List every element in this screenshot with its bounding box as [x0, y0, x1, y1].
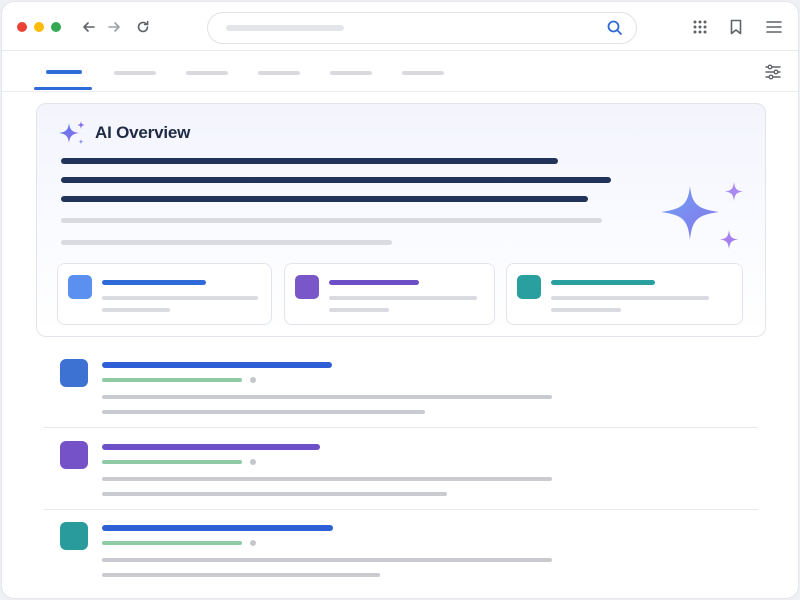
forward-arrow-icon[interactable] — [103, 16, 125, 38]
address-placeholder — [226, 25, 344, 31]
source-title — [102, 280, 206, 285]
back-arrow-icon[interactable] — [78, 16, 100, 38]
source-favicon — [517, 275, 541, 299]
result-favicon — [60, 441, 88, 469]
source-snippet — [102, 296, 258, 300]
ai-source-card[interactable] — [284, 263, 495, 325]
minimize-window-button[interactable] — [34, 22, 44, 32]
result-title-link[interactable] — [102, 444, 320, 450]
result-snippet — [102, 558, 552, 562]
browser-toolbar — [2, 2, 798, 51]
filter-settings-icon[interactable] — [764, 63, 782, 81]
decorative-sparkle-icon — [657, 180, 757, 260]
ai-source-card[interactable] — [57, 263, 272, 325]
apps-grid-icon[interactable] — [690, 17, 710, 37]
ai-summary-subline — [61, 218, 602, 223]
result-snippet — [102, 492, 447, 496]
source-favicon — [295, 275, 319, 299]
source-title — [551, 280, 655, 285]
result-menu-dot[interactable] — [250, 540, 256, 546]
reload-icon[interactable] — [132, 16, 154, 38]
search-result[interactable] — [44, 522, 758, 582]
ai-summary-line — [61, 196, 588, 202]
result-menu-dot[interactable] — [250, 459, 256, 465]
source-snippet — [551, 296, 709, 300]
ai-overview-title: AI Overview — [95, 123, 191, 142]
source-snippet — [551, 308, 621, 312]
ai-source-card[interactable] — [506, 263, 743, 325]
ai-summary-line — [61, 177, 611, 183]
source-snippet — [102, 308, 170, 312]
result-url[interactable] — [102, 378, 242, 382]
search-result[interactable] — [44, 359, 758, 419]
browser-window: AI Overview — [2, 2, 798, 598]
result-divider — [44, 509, 758, 510]
search-tabs — [2, 51, 798, 92]
sparkle-icon — [57, 119, 87, 149]
result-snippet — [102, 573, 380, 577]
result-favicon — [60, 522, 88, 550]
result-divider — [44, 427, 758, 428]
result-favicon — [60, 359, 88, 387]
result-snippet — [102, 477, 552, 481]
source-favicon — [68, 275, 92, 299]
source-title — [329, 280, 419, 285]
search-icon[interactable] — [606, 19, 624, 37]
close-window-button[interactable] — [17, 22, 27, 32]
result-title-link[interactable] — [102, 362, 332, 368]
result-url[interactable] — [102, 541, 242, 545]
result-url[interactable] — [102, 460, 242, 464]
menu-icon[interactable] — [764, 17, 784, 37]
ai-summary-subline — [61, 240, 392, 245]
address-bar[interactable] — [207, 12, 637, 44]
result-snippet — [102, 395, 552, 399]
ai-summary-line — [61, 158, 558, 164]
ai-overview-panel: AI Overview — [36, 103, 766, 337]
result-snippet — [102, 410, 425, 414]
bookmark-icon[interactable] — [726, 17, 746, 37]
maximize-window-button[interactable] — [51, 22, 61, 32]
search-result[interactable] — [44, 441, 758, 501]
source-snippet — [329, 308, 389, 312]
source-snippet — [329, 296, 477, 300]
result-title-link[interactable] — [102, 525, 333, 531]
result-menu-dot[interactable] — [250, 377, 256, 383]
